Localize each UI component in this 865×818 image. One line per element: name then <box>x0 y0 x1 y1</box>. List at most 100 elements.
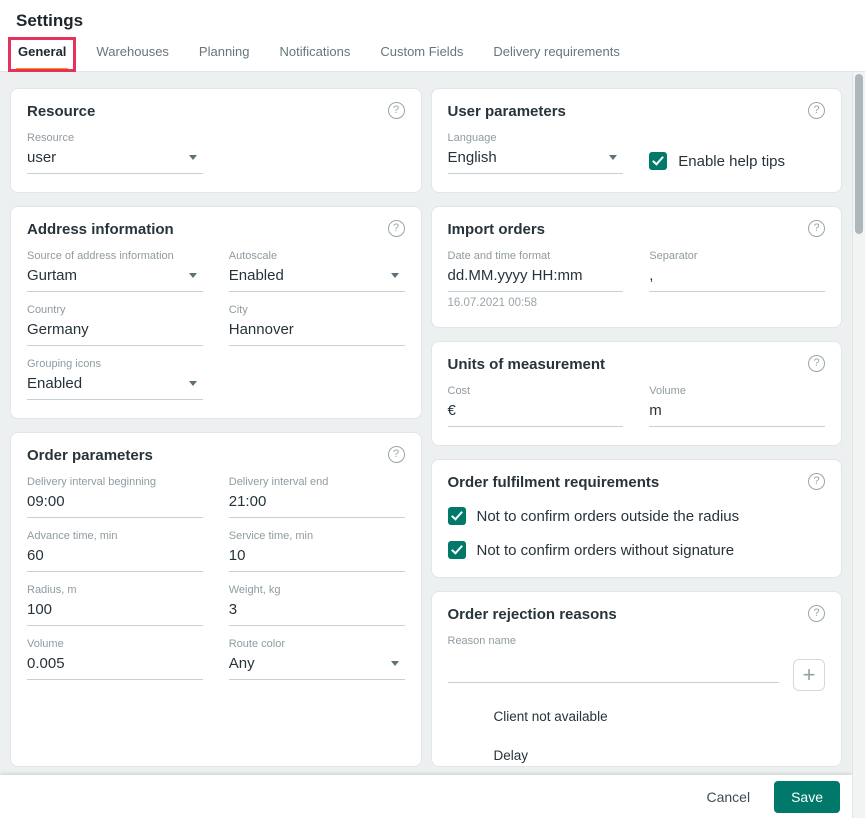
save-button[interactable]: Save <box>774 780 840 813</box>
rejection-reasons-list: Client not available Delay <box>448 709 826 763</box>
checkbox-checked-icon <box>447 541 466 559</box>
list-item[interactable]: Client not available <box>494 709 826 724</box>
confirm-without-signature-checkbox[interactable]: Not to confirm orders without signature <box>447 541 826 559</box>
weight-field[interactable]: Weight, kg 3 <box>228 584 405 626</box>
header: Settings General Warehouses Planning Not… <box>0 0 865 72</box>
field-label: Advance time, min <box>27 530 118 542</box>
field-hint: 16.07.2021 00:58 <box>447 297 538 309</box>
help-icon[interactable]: ? <box>808 355 825 372</box>
help-icon[interactable]: ? <box>808 220 825 237</box>
separator-field[interactable]: Separator , <box>649 250 825 309</box>
field-value: 21:00 <box>228 493 267 510</box>
volume-field[interactable]: Volume 0.005 <box>27 638 203 680</box>
chevron-down-icon <box>609 155 618 160</box>
card-title: Address information <box>27 221 174 238</box>
date-time-format-field[interactable]: Date and time format dd.MM.yyyy HH:mm 16… <box>447 250 624 309</box>
tab-custom-fields[interactable]: Custom Fields <box>378 38 465 71</box>
help-icon[interactable]: ? <box>808 605 825 622</box>
field-label: Volume <box>27 638 64 650</box>
field-value: , <box>649 267 654 284</box>
cancel-button[interactable]: Cancel <box>692 781 764 813</box>
field-label: Delivery interval end <box>228 476 329 488</box>
left-column: Resource ? Resource user Address informa… <box>10 88 422 767</box>
delivery-interval-beginning-field[interactable]: Delivery interval beginning 09:00 <box>27 476 203 518</box>
tab-label: Planning <box>198 44 250 59</box>
field-label: Service time, min <box>228 530 314 542</box>
chevron-down-icon <box>188 155 197 160</box>
card-resource: Resource ? Resource user <box>10 88 422 193</box>
field-value: € <box>447 402 456 419</box>
grouping-icons-select[interactable]: Grouping icons Enabled <box>27 358 203 400</box>
card-title: Order rejection reasons <box>447 606 617 623</box>
volume-unit-field[interactable]: Volume m <box>649 385 825 427</box>
confirm-outside-radius-checkbox[interactable]: Not to confirm orders outside the radius <box>447 507 826 525</box>
field-value: Any <box>228 655 255 672</box>
add-reason-button[interactable]: + <box>793 659 825 691</box>
right-column: User parameters ? Language English Enabl… <box>430 88 842 767</box>
field-value: English <box>447 149 497 166</box>
help-icon[interactable]: ? <box>387 446 405 463</box>
list-item[interactable]: Delay <box>494 748 826 763</box>
checkbox-checked-icon <box>649 152 668 170</box>
route-color-select[interactable]: Route color Any <box>228 638 405 680</box>
field-label: Cost <box>447 385 471 397</box>
city-field[interactable]: City Hannover <box>228 304 405 346</box>
checkbox-label: Enable help tips <box>678 152 785 170</box>
card-order-parameters: Order parameters ? Delivery interval beg… <box>10 432 422 767</box>
active-tab-underline <box>16 68 69 71</box>
radius-field[interactable]: Radius, m 100 <box>27 584 203 626</box>
field-label: City <box>228 304 248 316</box>
enable-help-tips-checkbox[interactable]: Enable help tips <box>649 148 825 174</box>
field-label: Source of address information <box>27 250 174 262</box>
chevron-down-icon <box>390 273 399 278</box>
card-title: Order parameters <box>27 447 153 464</box>
language-select[interactable]: Language English <box>447 132 624 174</box>
tab-notifications[interactable]: Notifications <box>278 38 353 71</box>
reason-name-input[interactable] <box>447 657 779 683</box>
autoscale-select[interactable]: Autoscale Enabled <box>228 250 405 292</box>
checkbox-checked-icon <box>447 507 466 525</box>
field-value: 3 <box>228 601 238 618</box>
card-title: Resource <box>27 103 96 120</box>
card-order-rejection-reasons: Order rejection reasons ? Reason name + … <box>430 591 842 767</box>
field-value: 0.005 <box>27 655 65 672</box>
field-value: Hannover <box>228 321 294 338</box>
tab-general[interactable]: General <box>8 37 77 72</box>
field-value: 60 <box>27 547 44 564</box>
scrollbar-thumb[interactable] <box>855 74 863 234</box>
field-label: Language <box>447 132 497 144</box>
country-field[interactable]: Country Germany <box>27 304 203 346</box>
help-icon[interactable]: ? <box>387 220 405 237</box>
card-title: Units of measurement <box>447 356 606 373</box>
field-value: Enabled <box>27 375 83 392</box>
field-label: Autoscale <box>228 250 278 262</box>
address-source-select[interactable]: Source of address information Gurtam <box>27 250 203 292</box>
scrollbar[interactable] <box>852 72 865 818</box>
help-icon[interactable]: ? <box>808 473 825 490</box>
tab-planning[interactable]: Planning <box>197 38 252 71</box>
checkbox-label: Not to confirm orders outside the radius <box>476 507 740 525</box>
field-label: Route color <box>228 638 286 650</box>
field-label: Grouping icons <box>27 358 101 370</box>
cost-field[interactable]: Cost € <box>447 385 624 427</box>
chevron-down-icon <box>390 661 399 666</box>
delivery-interval-end-field[interactable]: Delivery interval end 21:00 <box>228 476 405 518</box>
field-value: 100 <box>27 601 53 618</box>
card-title: Import orders <box>447 221 546 238</box>
chevron-down-icon <box>188 273 197 278</box>
resource-select[interactable]: Resource user <box>27 132 203 174</box>
field-label: Radius, m <box>27 584 77 596</box>
tab-warehouses[interactable]: Warehouses <box>94 38 171 71</box>
tab-delivery-requirements[interactable]: Delivery requirements <box>491 38 621 71</box>
help-icon[interactable]: ? <box>387 102 405 119</box>
field-value: 09:00 <box>27 493 65 510</box>
card-units-of-measurement: Units of measurement ? Cost € Volume m <box>430 341 842 446</box>
field-label: Volume <box>649 385 686 397</box>
card-address-information: Address information ? Source of address … <box>10 206 422 419</box>
checkbox-label: Not to confirm orders without signature <box>476 541 735 559</box>
chevron-down-icon <box>188 381 197 386</box>
service-time-field[interactable]: Service time, min 10 <box>228 530 405 572</box>
advance-time-field[interactable]: Advance time, min 60 <box>27 530 203 572</box>
field-label: Resource <box>27 132 75 144</box>
help-icon[interactable]: ? <box>808 102 825 119</box>
